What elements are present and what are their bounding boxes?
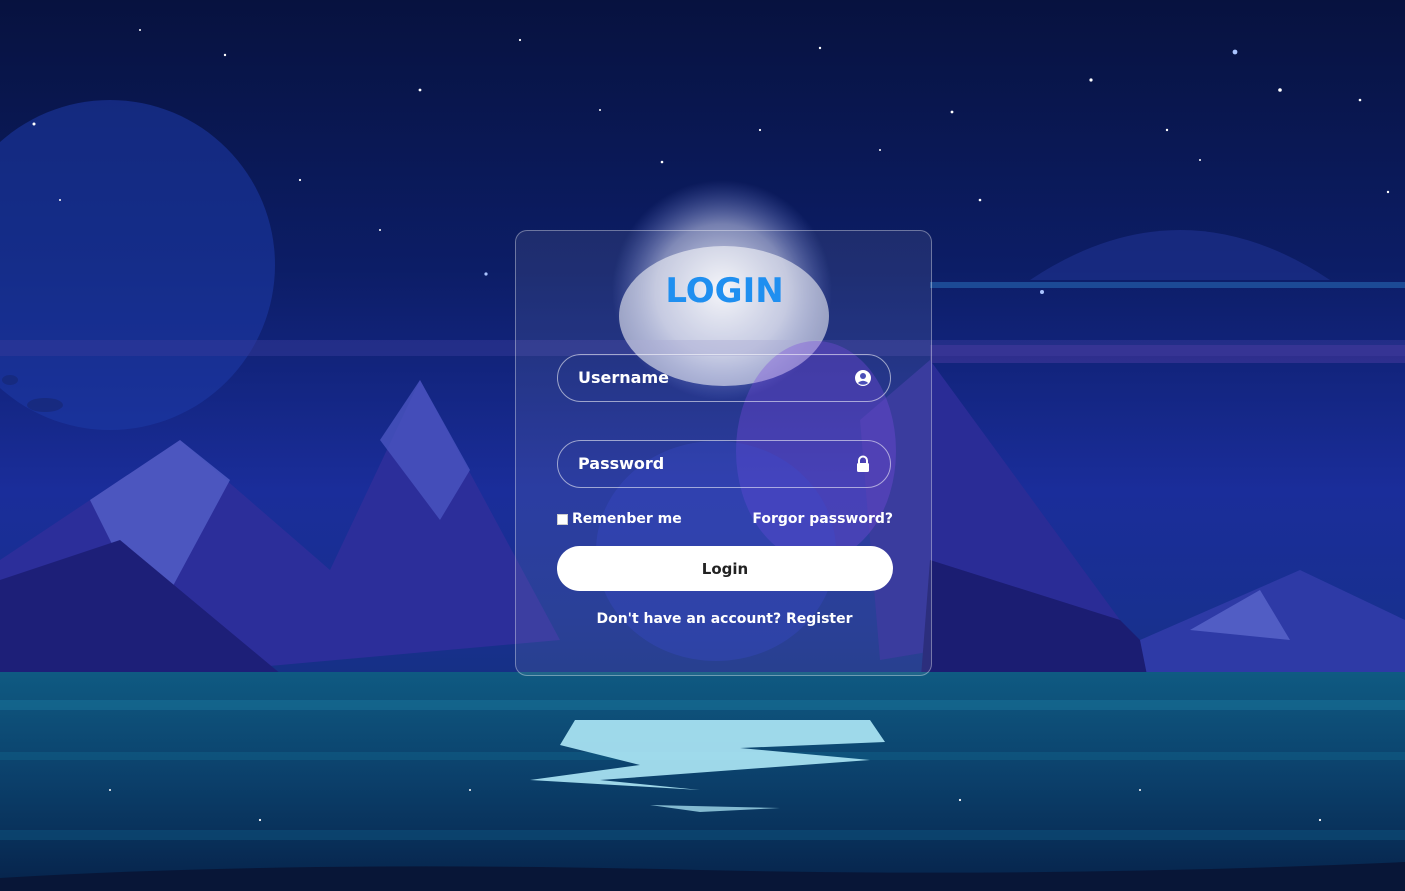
- username-input[interactable]: [578, 355, 838, 400]
- remember-me[interactable]: Remenber me: [557, 511, 682, 527]
- login-title: LOGIN: [665, 271, 784, 311]
- user-circle-icon: [855, 370, 871, 386]
- remember-checkbox[interactable]: [557, 513, 568, 525]
- options-row: Remenber me Forgor password?: [557, 511, 893, 531]
- register-prompt: Don't have an account? Register: [516, 611, 931, 627]
- remember-label: Remenber me: [572, 511, 682, 527]
- lock-icon: [857, 455, 869, 472]
- login-card: LOGIN Remenber me Forgor password? Login…: [515, 230, 932, 676]
- password-input[interactable]: [578, 441, 838, 486]
- password-field[interactable]: [557, 440, 891, 488]
- no-account-text: Don't have an account?: [596, 611, 782, 627]
- register-link[interactable]: Register: [786, 611, 853, 627]
- forgot-password-link[interactable]: Forgor password?: [752, 511, 893, 527]
- login-button[interactable]: Login: [557, 546, 893, 591]
- username-field[interactable]: [557, 354, 891, 402]
